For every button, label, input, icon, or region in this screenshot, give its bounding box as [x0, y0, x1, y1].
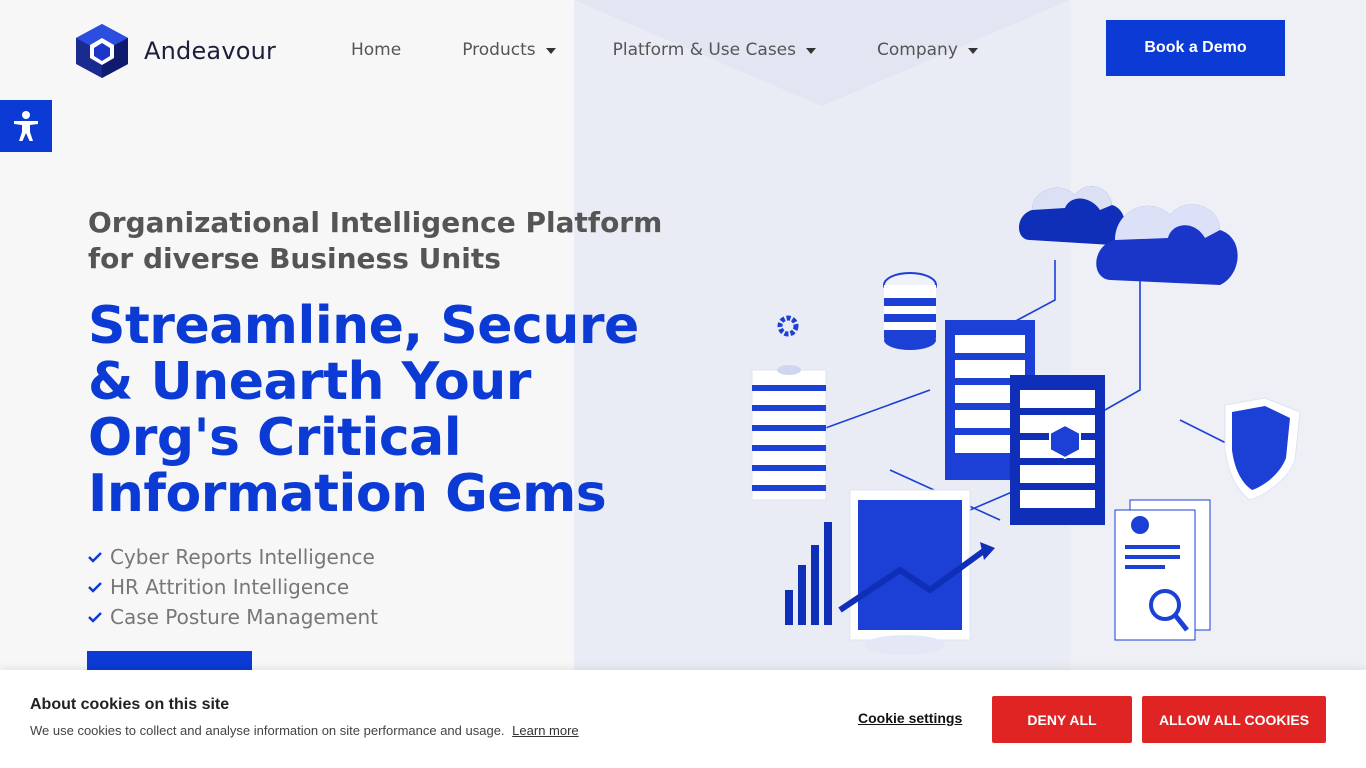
- feature-hr-attrition: HR Attrition Intelligence: [110, 575, 350, 599]
- cookie-banner: About cookies on this site We use cookie…: [0, 670, 1366, 768]
- check-icon: [88, 611, 110, 623]
- nav-products[interactable]: Products: [462, 40, 556, 60]
- list-item: HR Attrition Intelligence: [88, 572, 378, 602]
- database-icon: [883, 272, 937, 350]
- nav-platform-label: Platform & Use Cases: [612, 40, 796, 60]
- feature-case-posture: Case Posture Management: [110, 605, 379, 629]
- accessibility-person-icon: [14, 111, 38, 141]
- accessibility-button[interactable]: [0, 100, 52, 152]
- main-nav: Home Products Platform & Use Cases Compa…: [351, 40, 978, 60]
- feature-list: Cyber Reports Intelligence HR Attrition …: [88, 542, 378, 632]
- hero-headline-line1: Streamline, Secure: [88, 296, 639, 356]
- book-demo-button[interactable]: Book a Demo: [1106, 20, 1285, 76]
- list-item: Case Posture Management: [88, 602, 378, 632]
- check-icon: [88, 581, 110, 593]
- cookie-text: We use cookies to collect and analyse in…: [30, 723, 579, 738]
- cloud-icon: [1018, 186, 1238, 285]
- isometric-cloud-server-illustration: [751, 186, 1301, 655]
- analytics-monitor-icon: [838, 489, 995, 655]
- nav-home-label: Home: [351, 40, 402, 60]
- cookie-description: We use cookies to collect and analyse in…: [30, 723, 505, 738]
- hexagon-cube-icon: [76, 24, 128, 78]
- list-item: Cyber Reports Intelligence: [88, 542, 378, 572]
- server-stack-icon: [751, 365, 827, 501]
- learn-more-link[interactable]: Learn more: [512, 723, 578, 738]
- chevron-down-icon: [967, 48, 978, 54]
- chevron-down-icon: [545, 48, 556, 54]
- hero-headline: Streamline, Secure & Unearth Your Org's …: [88, 298, 708, 522]
- shield-icon: [1224, 397, 1301, 501]
- feature-cyber-reports: Cyber Reports Intelligence: [110, 545, 375, 569]
- chevron-down-icon: [806, 48, 816, 54]
- hero-subheading-line2: for diverse Business Units: [88, 242, 501, 275]
- server-tower-icon: [1010, 375, 1105, 525]
- hero-headline-line2: & Unearth Your: [88, 352, 531, 412]
- deny-all-button[interactable]: DENY ALL: [992, 696, 1132, 743]
- gear-icon: [777, 315, 799, 337]
- allow-all-cookies-button[interactable]: ALLOW ALL COOKIES: [1142, 696, 1326, 743]
- cookie-settings-link[interactable]: Cookie settings: [858, 710, 962, 726]
- nav-platform-use-cases[interactable]: Platform & Use Cases: [613, 40, 816, 60]
- documents-icon: [1114, 499, 1211, 641]
- nav-home[interactable]: Home: [351, 40, 401, 60]
- hero-headline-line4: Information Gems: [88, 464, 607, 524]
- hero-subheading-line1: Organizational Intelligence Platform: [88, 206, 663, 239]
- brand-logo[interactable]: Andeavour: [72, 22, 276, 80]
- nav-company-label: Company: [877, 40, 958, 60]
- nav-company[interactable]: Company: [877, 40, 978, 60]
- brand-name: Andeavour: [144, 37, 277, 65]
- hero-headline-line3: Org's Critical: [88, 408, 462, 468]
- bar-chart-icon: [785, 522, 832, 625]
- hero-subheading: Organizational Intelligence Platform for…: [88, 205, 688, 277]
- cookie-title: About cookies on this site: [30, 696, 230, 713]
- nav-products-label: Products: [462, 40, 536, 60]
- check-icon: [88, 551, 110, 563]
